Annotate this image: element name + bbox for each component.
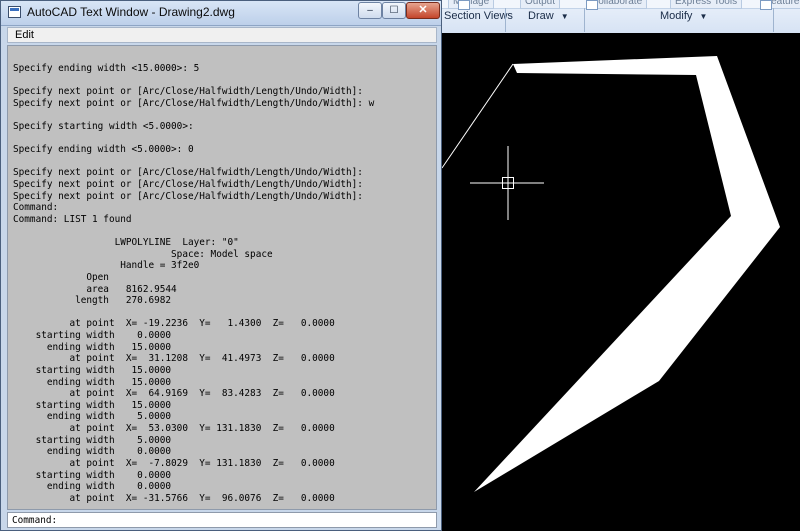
- console-line: Handle = 3f2e0: [13, 260, 200, 272]
- ribbon-separator: [584, 8, 585, 32]
- console-line: ending width 15.0000: [13, 341, 172, 353]
- close-button[interactable]: ✕: [406, 2, 440, 19]
- console-line: ending width 0.0000: [13, 446, 172, 458]
- console-line: ending width 15.0000: [13, 376, 172, 388]
- ribbon-group-modify[interactable]: Modify ▼: [660, 9, 707, 23]
- chevron-down-icon: ▼: [560, 12, 569, 21]
- ribbon-icon[interactable]: [586, 0, 598, 10]
- ribbon-separator: [773, 8, 774, 32]
- console-line: starting width 15.0000: [13, 399, 172, 411]
- ribbon-icon[interactable]: [760, 0, 772, 10]
- console-line: starting width 0.0000: [13, 330, 172, 341]
- console-line: Space: Model space: [13, 248, 273, 260]
- console-line: Specify next point or [Arc/Close/Halfwid…: [13, 85, 363, 97]
- console-line: LWPOLYLINE Layer: "0": [13, 237, 239, 248]
- console-line: at point X= 64.9169 Y= 83.4283 Z= 0.0000: [13, 388, 335, 400]
- maximize-button[interactable]: ☐: [382, 2, 406, 19]
- console-line: Specify next point or [Arc/Close/Halfwid…: [13, 190, 363, 202]
- console-line: at point X= 53.0300 Y= 131.1830 Z= 0.000…: [13, 423, 335, 434]
- console-line: ending width 0.0000: [13, 481, 172, 493]
- window-title: AutoCAD Text Window - Drawing2.dwg: [27, 5, 235, 19]
- ribbon-group-section-views[interactable]: Section Views: [444, 9, 513, 23]
- console-line: area 8162.9544: [13, 283, 177, 295]
- console-line: starting width 0.0000: [13, 469, 172, 481]
- console-line: ending width 5.0000: [13, 411, 172, 423]
- console-line: length 270.6982: [13, 295, 172, 307]
- console-line: Specify next point or [Arc/Close/Halfwid…: [13, 97, 375, 109]
- console-line: at point X= -19.2236 Y= 1.4300 Z= 0.0000: [13, 318, 335, 330]
- menu-bar: Edit: [7, 27, 437, 43]
- command-prompt: Command:: [12, 515, 58, 526]
- minimize-button[interactable]: –: [358, 2, 382, 19]
- command-input[interactable]: Command:: [7, 512, 437, 528]
- console-line: at point X= 31.1208 Y= 41.4973 Z= 0.0000: [13, 353, 335, 365]
- console-line: at point X= -7.8029 Y= 131.1830 Z= 0.000…: [13, 457, 335, 469]
- console-line: starting width 15.0000: [13, 364, 172, 376]
- chevron-down-icon: ▼: [699, 12, 708, 21]
- command-history-lines: Specify ending width <15.0000>: 5 Specify…: [13, 51, 374, 504]
- window-icon[interactable]: [8, 6, 21, 18]
- console-line: Specify ending width <15.0000>: 5: [13, 62, 200, 74]
- console-line: Specify next point or [Arc/Close/Halfwid…: [13, 178, 363, 190]
- ribbon-tab[interactable]: Output: [520, 0, 561, 9]
- ribbon-tab[interactable]: Manage: [448, 0, 495, 9]
- console-line: Command:: [13, 202, 59, 214]
- console-line: Specify starting width <5.0000>:: [13, 120, 194, 132]
- console-line: starting width 5.0000: [13, 434, 172, 446]
- console-line: Open: [13, 271, 109, 283]
- ribbon-separator: [505, 8, 506, 32]
- text-window[interactable]: AutoCAD Text Window - Drawing2.dwg – ☐ ✕…: [0, 0, 442, 531]
- console-line: Command: LIST 1 found: [13, 213, 132, 225]
- ribbon-group-draw[interactable]: Draw ▼: [528, 9, 569, 23]
- console-line: at point X= -31.5766 Y= 96.0076 Z= 0.000…: [13, 492, 335, 504]
- console-line: Specify ending width <5.0000>: 0: [13, 144, 194, 155]
- menu-item-edit[interactable]: Edit: [15, 29, 34, 42]
- title-bar[interactable]: AutoCAD Text Window - Drawing2.dwg – ☐ ✕: [1, 1, 441, 26]
- ribbon-group-modify-label: Modify: [660, 10, 693, 22]
- ribbon-tab[interactable]: Express Tools: [670, 0, 743, 9]
- command-history[interactable]: Specify ending width <15.0000>: 5 Specify…: [7, 45, 437, 510]
- console-line: Specify next point or [Arc/Close/Halfwid…: [13, 167, 363, 179]
- ribbon-group-draw-label: Draw: [528, 10, 554, 22]
